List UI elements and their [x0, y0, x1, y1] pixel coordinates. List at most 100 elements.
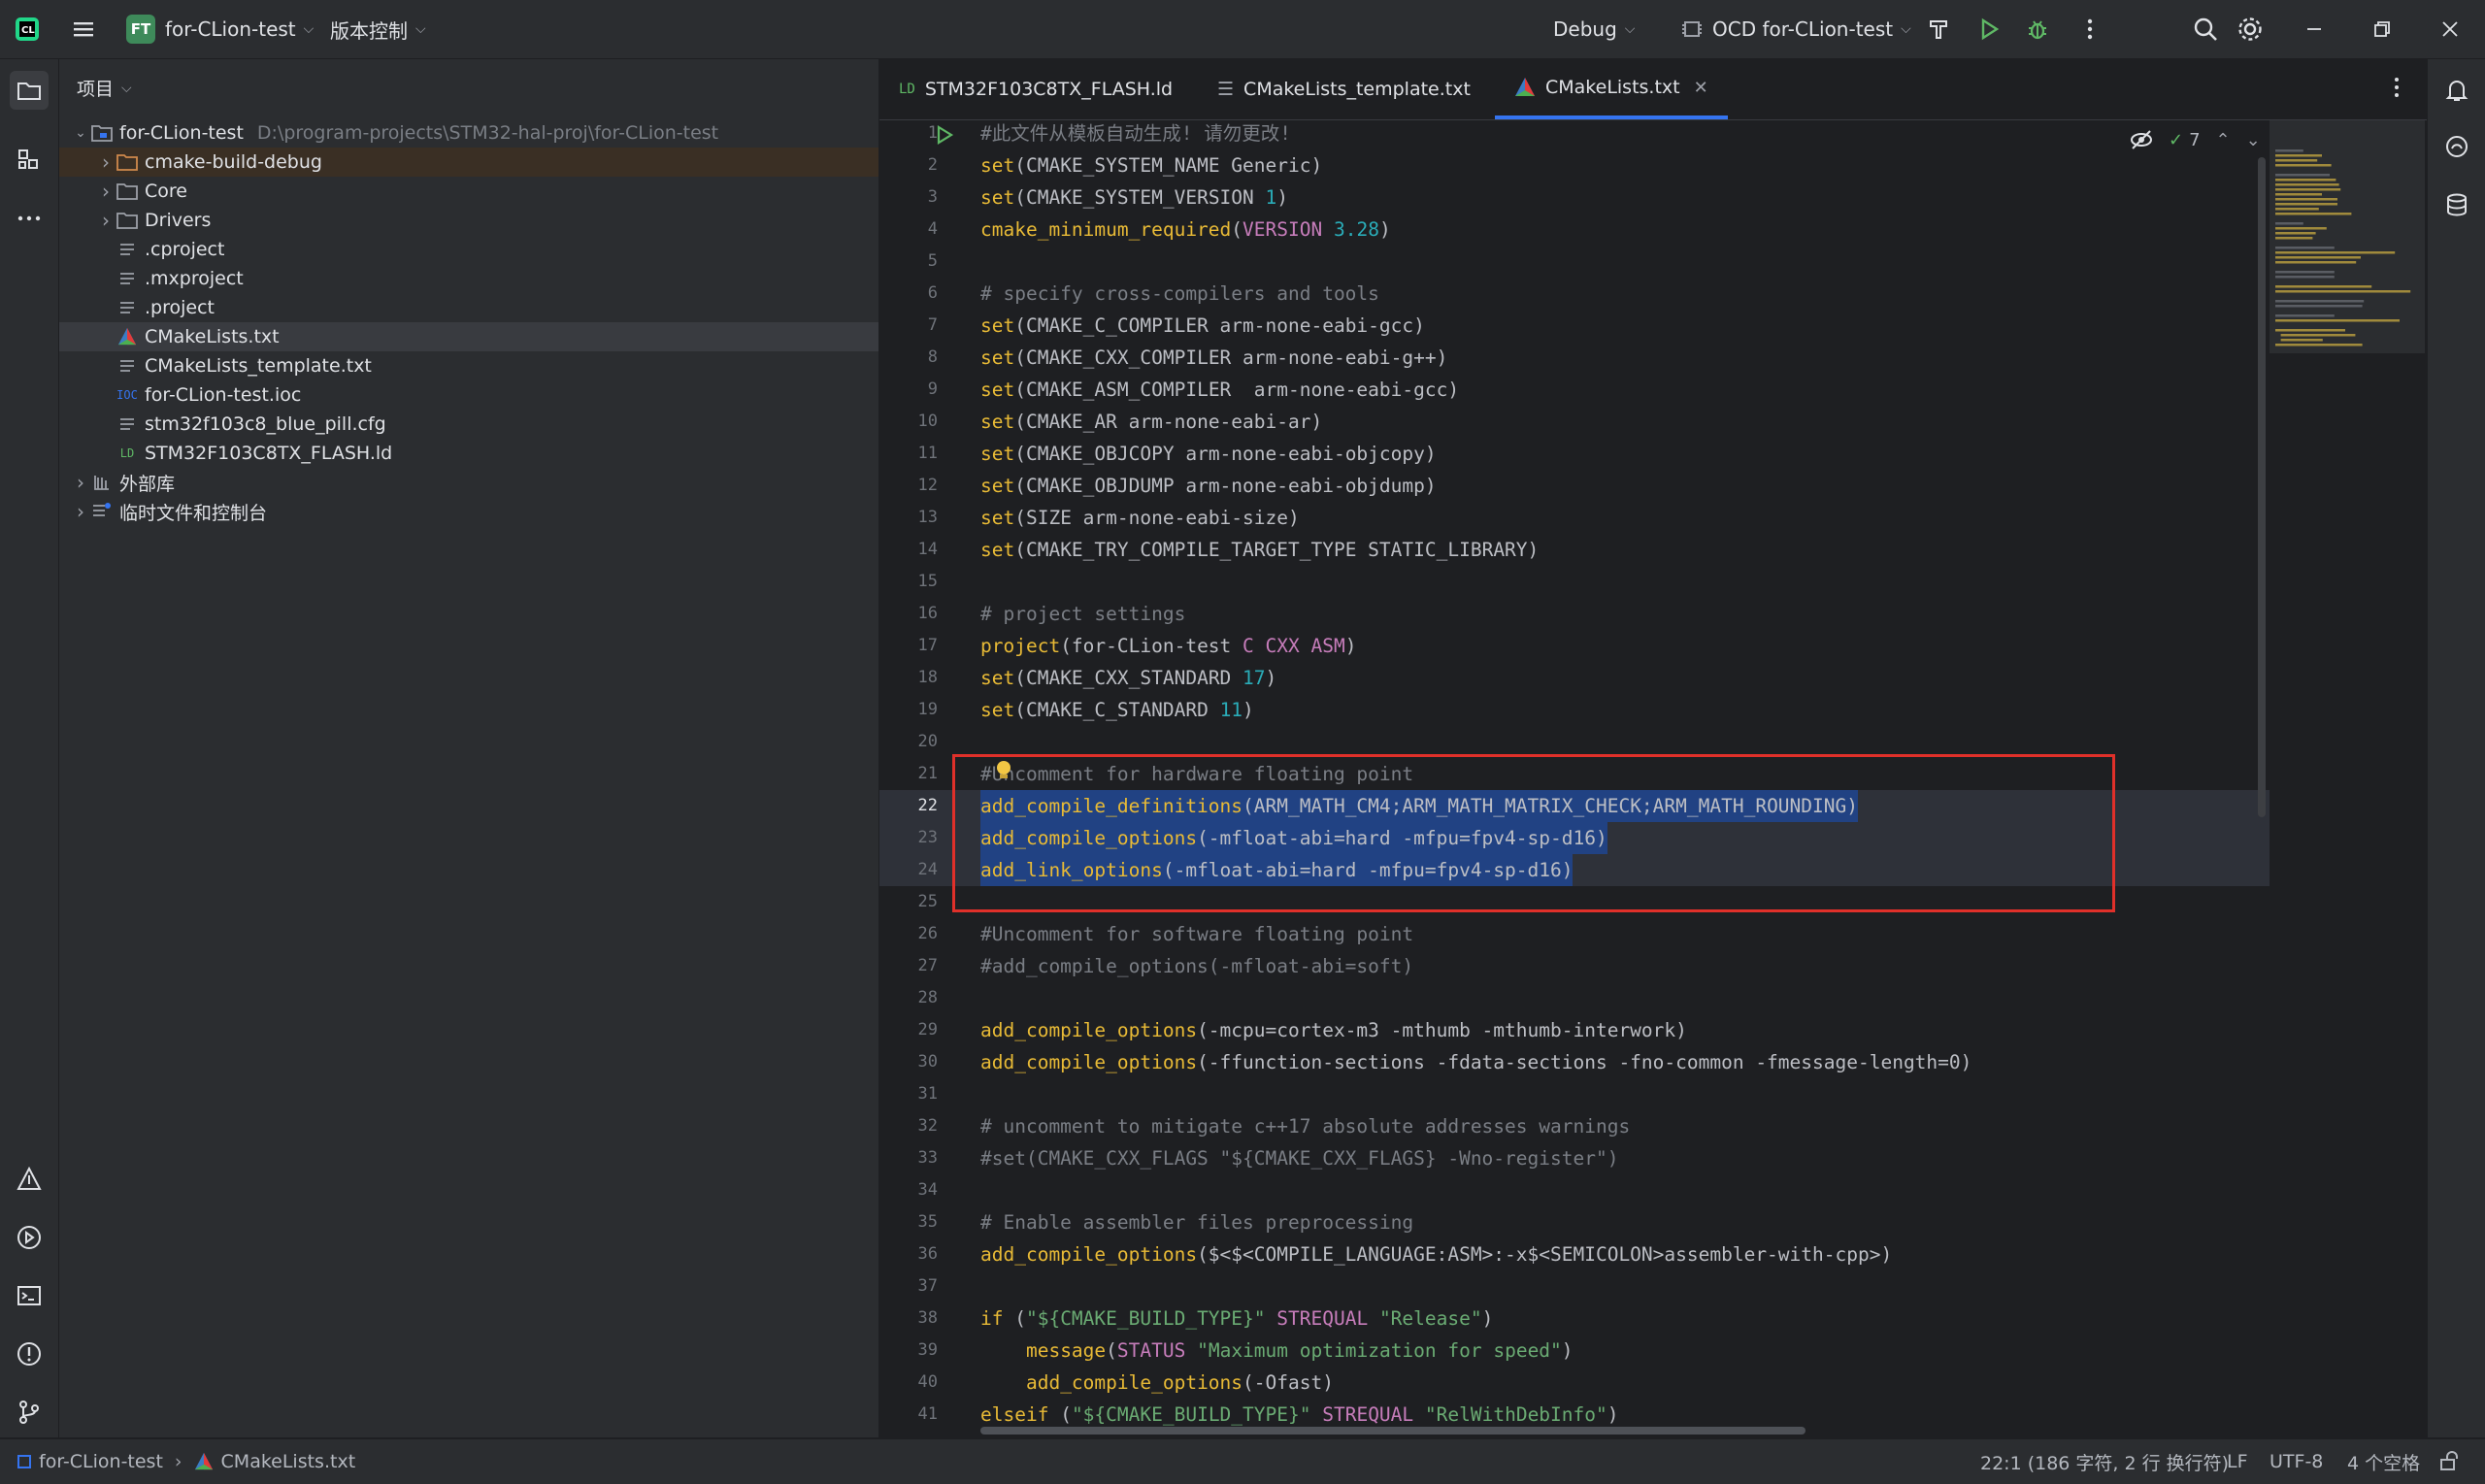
- read-only-lock-icon[interactable]: [2438, 1439, 2460, 1484]
- breadcrumb-project[interactable]: for-CLion-test: [39, 1451, 163, 1472]
- tree-item[interactable]: .cproject: [59, 235, 878, 264]
- code-line[interactable]: set(CMAKE_ASM_COMPILER arm-none-eabi-gcc…: [980, 374, 1459, 406]
- tree-item[interactable]: › Core: [59, 177, 878, 206]
- breadcrumb[interactable]: for-CLion-test › CMakeLists.txt: [17, 1439, 355, 1484]
- cmake-tool-icon[interactable]: [10, 1160, 49, 1199]
- tree-item[interactable]: IOC for-CLion-test.ioc: [59, 380, 878, 410]
- tab-flash-ld[interactable]: LD STM32F103C8TX_FLASH.ld: [879, 59, 1192, 119]
- search-icon[interactable]: [2192, 0, 2219, 58]
- line-number: 2: [927, 155, 938, 175]
- code-line[interactable]: set(SIZE arm-none-eabi-size): [980, 502, 1300, 534]
- main-menu-icon[interactable]: [70, 0, 97, 58]
- tab-cmakelists[interactable]: CMakeLists.txt ✕: [1495, 59, 1728, 119]
- breadcrumb-file[interactable]: CMakeLists.txt: [221, 1451, 356, 1472]
- line-number: 31: [917, 1084, 938, 1104]
- code-line[interactable]: set(CMAKE_OBJDUMP arm-none-eabi-objdump): [980, 470, 1437, 502]
- vcs-menu[interactable]: 版本控制 ⌵: [330, 0, 426, 58]
- structure-icon[interactable]: [10, 141, 49, 180]
- tab-options-icon[interactable]: [2384, 75, 2409, 105]
- git-branch-icon[interactable]: [10, 1393, 49, 1432]
- chevron-right-icon[interactable]: ›: [96, 209, 116, 232]
- chevron-right-icon[interactable]: ›: [71, 471, 90, 494]
- code-line[interactable]: #此文件从模板自动生成! 请勿更改!: [980, 120, 1291, 149]
- minimap-line: [2280, 334, 2356, 337]
- vertical-scrollbar[interactable]: [2258, 157, 2266, 817]
- file-encoding[interactable]: UTF-8: [2270, 1439, 2323, 1484]
- project-switcher[interactable]: FT for-CLion-test ⌵: [126, 0, 314, 58]
- more-tools-icon[interactable]: [10, 199, 49, 238]
- chevron-up-icon[interactable]: ⌃: [2216, 130, 2231, 150]
- debug-bug-icon[interactable]: [2025, 0, 2050, 58]
- database-icon[interactable]: [2437, 185, 2476, 224]
- code-line[interactable]: set(CMAKE_CXX_COMPILER arm-none-eabi-g++…: [980, 342, 1447, 374]
- inspection-ok-indicator[interactable]: ✓ 7: [2169, 130, 2201, 150]
- run-target-selector[interactable]: OCD for-CLion-test ⌵: [1679, 0, 1911, 58]
- clion-logo-icon[interactable]: CL: [14, 0, 41, 58]
- code-line[interactable]: #add_compile_options(-mfloat-abi=soft): [980, 950, 1413, 982]
- terminal-icon[interactable]: [10, 1276, 49, 1315]
- chevron-right-icon[interactable]: ›: [71, 500, 90, 523]
- run-config-selector[interactable]: Debug ⌵: [1553, 0, 1635, 58]
- tree-item[interactable]: › Drivers: [59, 206, 878, 235]
- code-line[interactable]: # uncomment to mitigate c++17 absolute a…: [980, 1110, 1630, 1142]
- code-line[interactable]: set(CMAKE_C_COMPILER arm-none-eabi-gcc): [980, 310, 1425, 342]
- tree-item[interactable]: LD STM32F103C8TX_FLASH.ld: [59, 439, 878, 468]
- reader-mode-icon[interactable]: [2130, 128, 2153, 151]
- code-line[interactable]: add_compile_options($<$<COMPILE_LANGUAGE…: [980, 1238, 1892, 1270]
- tree-item[interactable]: › 外部库: [59, 468, 878, 497]
- run-icon[interactable]: [1976, 0, 2002, 58]
- horizontal-scrollbar[interactable]: [980, 1427, 1806, 1435]
- tree-item[interactable]: › 临时文件和控制台: [59, 497, 878, 526]
- tab-cmakelists-template[interactable]: ☰ CMakeLists_template.txt: [1198, 59, 1490, 119]
- close-icon[interactable]: [2438, 0, 2462, 58]
- code-line[interactable]: message(STATUS "Maximum optimization for…: [980, 1335, 1574, 1367]
- code-line[interactable]: if ("${CMAKE_BUILD_TYPE}" STREQUAL "Rele…: [980, 1303, 1493, 1335]
- indent-setting[interactable]: 4 个空格: [2347, 1439, 2420, 1484]
- chevron-right-icon[interactable]: ›: [96, 180, 116, 203]
- project-panel-header[interactable]: 项目 ⌵: [77, 75, 132, 101]
- code-line[interactable]: cmake_minimum_required(VERSION 3.28): [980, 214, 1391, 246]
- more-actions-icon[interactable]: [2077, 0, 2103, 58]
- chevron-down-icon[interactable]: ⌄: [71, 125, 90, 141]
- code-line[interactable]: add_compile_options(-Ofast): [980, 1367, 1334, 1399]
- project-folder-icon[interactable]: [10, 71, 49, 110]
- chevron-down-icon[interactable]: ⌄: [2246, 130, 2261, 150]
- tree-item[interactable]: .mxproject: [59, 264, 878, 293]
- code-line[interactable]: # specify cross-compilers and tools: [980, 278, 1379, 310]
- tree-item[interactable]: CMakeLists_template.txt: [59, 351, 878, 380]
- line-ending[interactable]: LF: [2227, 1439, 2248, 1484]
- tree-item[interactable]: › cmake-build-debug: [59, 148, 878, 177]
- code-minimap[interactable]: [2270, 120, 2425, 1436]
- code-line[interactable]: set(CMAKE_CXX_STANDARD 17): [980, 662, 1276, 694]
- tree-item[interactable]: CMakeLists.txt: [59, 322, 878, 351]
- notifications-bell-icon[interactable]: [2437, 71, 2476, 110]
- inspection-widget[interactable]: ✓ 7 ⌃ ⌄: [2130, 128, 2261, 151]
- code-line[interactable]: #set(CMAKE_CXX_FLAGS "${CMAKE_CXX_FLAGS}…: [980, 1142, 1618, 1174]
- code-line[interactable]: set(CMAKE_AR arm-none-eabi-ar): [980, 406, 1322, 438]
- code-line[interactable]: set(CMAKE_SYSTEM_VERSION 1): [980, 181, 1288, 214]
- run-gutter-icon[interactable]: [934, 124, 955, 150]
- code-line[interactable]: #Uncomment for software floating point: [980, 918, 1413, 950]
- settings-gear-icon[interactable]: [2236, 0, 2264, 58]
- code-line[interactable]: add_compile_options(-ffunction-sections …: [980, 1046, 1971, 1078]
- run-tool-icon[interactable]: [10, 1218, 49, 1257]
- code-line[interactable]: set(CMAKE_C_STANDARD 11): [980, 694, 1254, 726]
- problems-icon[interactable]: [10, 1335, 49, 1373]
- code-line[interactable]: add_compile_options(-mcpu=cortex-m3 -mth…: [980, 1014, 1687, 1046]
- code-line[interactable]: project(for-CLion-test C CXX ASM): [980, 630, 1357, 662]
- tree-item[interactable]: ⌄ for-CLion-test D:\program-projects\STM32…: [59, 118, 878, 148]
- code-line[interactable]: # project settings: [980, 598, 1185, 630]
- tree-item[interactable]: stm32f103c8_blue_pill.cfg: [59, 410, 878, 439]
- code-line[interactable]: set(CMAKE_TRY_COMPILE_TARGET_TYPE STATIC…: [980, 534, 1539, 566]
- chevron-right-icon[interactable]: ›: [96, 150, 116, 174]
- code-line[interactable]: set(CMAKE_OBJCOPY arm-none-eabi-objcopy): [980, 438, 1437, 470]
- close-tab-icon[interactable]: ✕: [1694, 78, 1708, 98]
- build-hammer-icon[interactable]: [1926, 0, 1951, 58]
- code-line[interactable]: # Enable assembler files preprocessing: [980, 1206, 1413, 1238]
- code-line[interactable]: set(CMAKE_SYSTEM_NAME Generic): [980, 149, 1322, 181]
- caret-position[interactable]: 22:1 (186 字符, 2 行 换行符): [1980, 1439, 2229, 1484]
- tree-item[interactable]: .project: [59, 293, 878, 322]
- restore-icon[interactable]: [2370, 0, 2394, 58]
- minimize-icon[interactable]: [2303, 0, 2326, 58]
- ai-assistant-icon[interactable]: [2437, 127, 2476, 166]
